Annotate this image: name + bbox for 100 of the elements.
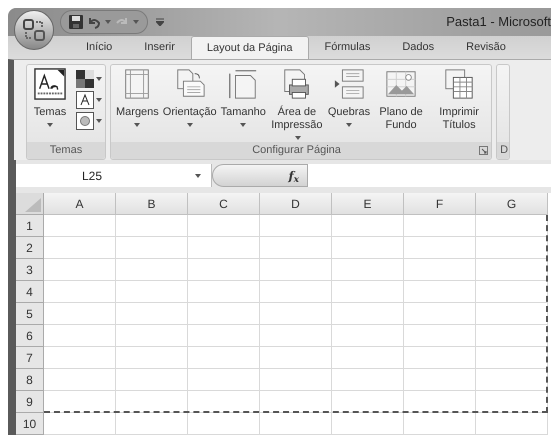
- sheet-cell[interactable]: [44, 369, 116, 391]
- sheet-cell[interactable]: [404, 303, 476, 325]
- sheet-cell[interactable]: [188, 413, 260, 435]
- sheet-cell[interactable]: [332, 237, 404, 259]
- sheet-cell[interactable]: [332, 391, 404, 413]
- theme-fonts-button[interactable]: [76, 90, 102, 109]
- column-header[interactable]: F: [404, 193, 476, 215]
- sheet-cell[interactable]: [44, 215, 116, 237]
- row-header[interactable]: 8: [16, 369, 44, 391]
- ribbon-tab[interactable]: Fórmulas: [308, 36, 386, 59]
- sheet-cell[interactable]: [260, 259, 332, 281]
- sheet-cell[interactable]: [260, 369, 332, 391]
- sheet-cell[interactable]: [116, 369, 188, 391]
- ribbon-tab[interactable]: Dados: [386, 36, 450, 59]
- sheet-cell[interactable]: [332, 325, 404, 347]
- sheet-cell[interactable]: [44, 237, 116, 259]
- sheet-cell[interactable]: [332, 369, 404, 391]
- column-header[interactable]: E: [332, 193, 404, 215]
- sheet-cell[interactable]: [260, 303, 332, 325]
- ribbon-button[interactable]: Imprimir Títulos: [430, 67, 488, 132]
- sheet-cell[interactable]: [44, 325, 116, 347]
- sheet-cell[interactable]: [332, 303, 404, 325]
- sheet-cell[interactable]: [116, 237, 188, 259]
- sheet-cell[interactable]: [332, 413, 404, 435]
- sheet-cell[interactable]: [404, 369, 476, 391]
- row-header[interactable]: 3: [16, 259, 44, 281]
- sheet-cell[interactable]: [260, 281, 332, 303]
- sheet-cell[interactable]: [188, 347, 260, 369]
- sheet-cell[interactable]: [44, 281, 116, 303]
- sheet-cell[interactable]: [44, 259, 116, 281]
- sheet-cell[interactable]: [44, 303, 116, 325]
- row-header[interactable]: 10: [16, 413, 44, 435]
- ribbon-tab[interactable]: Layout da Página: [190, 36, 308, 59]
- sheet-cell[interactable]: [44, 347, 116, 369]
- row-header[interactable]: 4: [16, 281, 44, 303]
- sheet-cell[interactable]: [476, 281, 548, 303]
- sheet-cell[interactable]: [332, 347, 404, 369]
- sheet-cell[interactable]: [404, 259, 476, 281]
- sheet-cell[interactable]: [260, 347, 332, 369]
- sheet-cell[interactable]: [116, 347, 188, 369]
- sheet-cell[interactable]: [260, 413, 332, 435]
- ribbon-tab[interactable]: Início: [70, 36, 128, 59]
- ribbon-button[interactable]: Orientação: [160, 67, 219, 127]
- dialog-launcher-icon[interactable]: [479, 146, 488, 155]
- sheet-cell[interactable]: [116, 215, 188, 237]
- column-header[interactable]: G: [476, 193, 548, 215]
- sheet-cell[interactable]: [476, 325, 548, 347]
- sheet-cell[interactable]: [476, 413, 548, 435]
- sheet-cell[interactable]: [332, 215, 404, 237]
- sheet-cell[interactable]: [188, 259, 260, 281]
- undo-icon[interactable]: [87, 15, 101, 29]
- sheet-cell[interactable]: [404, 215, 476, 237]
- sheet-cell[interactable]: [260, 237, 332, 259]
- ribbon-button[interactable]: Tamanho: [218, 67, 268, 127]
- select-all-corner[interactable]: [16, 193, 44, 215]
- sheet-cell[interactable]: [188, 325, 260, 347]
- sheet-cell[interactable]: [476, 259, 548, 281]
- sheet-cell[interactable]: [116, 259, 188, 281]
- sheet-cell[interactable]: [404, 237, 476, 259]
- sheet-cell[interactable]: [404, 325, 476, 347]
- sheet-cell[interactable]: [404, 281, 476, 303]
- sheet-cell[interactable]: [188, 237, 260, 259]
- sheet-cell[interactable]: [116, 413, 188, 435]
- sheet-cell[interactable]: [188, 215, 260, 237]
- ribbon-button[interactable]: Plano de Fundo: [372, 67, 430, 132]
- theme-effects-button[interactable]: [76, 111, 102, 130]
- sheet-cell[interactable]: [260, 215, 332, 237]
- sheet-cell[interactable]: [332, 281, 404, 303]
- insert-function-button[interactable]: f$_{x}$: [212, 164, 308, 187]
- row-header[interactable]: 6: [16, 325, 44, 347]
- sheet-cell[interactable]: [116, 325, 188, 347]
- sheet-cell[interactable]: [332, 259, 404, 281]
- sheet-cell[interactable]: [188, 369, 260, 391]
- column-header[interactable]: A: [44, 193, 116, 215]
- ribbon-button[interactable]: Margens: [114, 67, 161, 127]
- sheet-cell[interactable]: [476, 303, 548, 325]
- row-header[interactable]: 5: [16, 303, 44, 325]
- row-header[interactable]: 1: [16, 215, 44, 237]
- sheet-cell[interactable]: [44, 413, 116, 435]
- customize-toolbar-icon[interactable]: [156, 18, 164, 26]
- sheet-cell[interactable]: [260, 391, 332, 413]
- name-box[interactable]: L25: [16, 164, 212, 187]
- theme-colors-button[interactable]: [76, 69, 102, 88]
- formula-input[interactable]: [308, 164, 551, 187]
- row-header[interactable]: 9: [16, 391, 44, 413]
- sheet-cell[interactable]: [116, 303, 188, 325]
- column-header[interactable]: D: [260, 193, 332, 215]
- sheet-cell[interactable]: [188, 281, 260, 303]
- sheet-cell[interactable]: [404, 347, 476, 369]
- save-icon[interactable]: [69, 15, 83, 29]
- ribbon-tab[interactable]: Inserir: [128, 36, 191, 59]
- sheet-cell[interactable]: [404, 413, 476, 435]
- ribbon-button[interactable]: Quebras: [326, 67, 372, 127]
- sheet-cell[interactable]: [188, 391, 260, 413]
- sheet-cell[interactable]: [476, 391, 548, 413]
- column-header[interactable]: C: [188, 193, 260, 215]
- sheet-cell[interactable]: [116, 281, 188, 303]
- sheet-cell[interactable]: [260, 325, 332, 347]
- row-header[interactable]: 2: [16, 237, 44, 259]
- ribbon-tab[interactable]: Revisão: [450, 36, 522, 59]
